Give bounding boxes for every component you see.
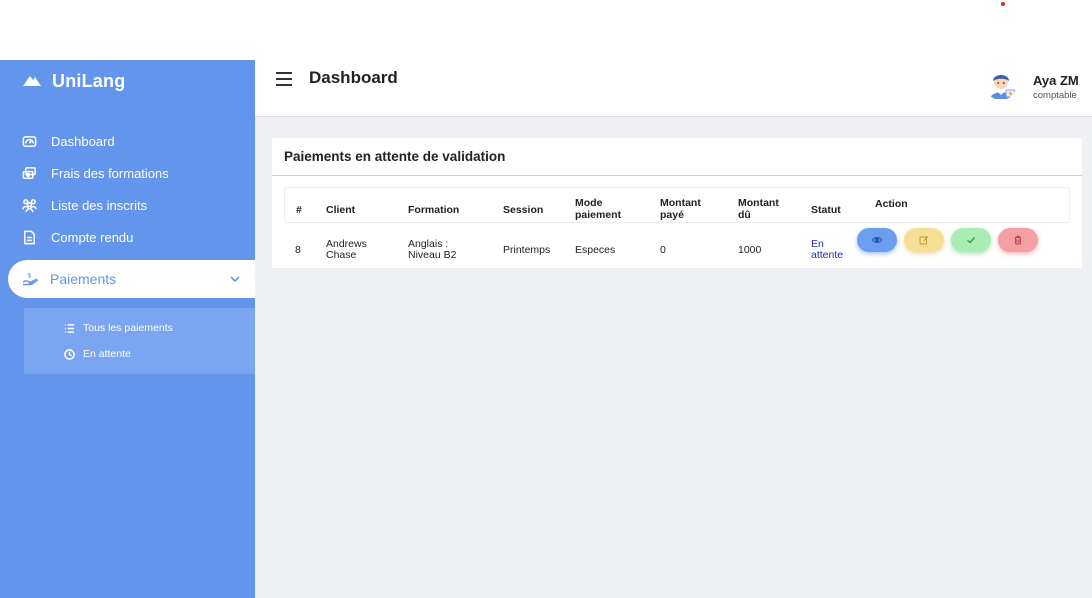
sidebar-item-frais[interactable]: Frais des formations bbox=[22, 162, 169, 184]
cell-formation: Anglais : Niveau B2 bbox=[408, 238, 457, 261]
view-button[interactable] bbox=[857, 228, 897, 252]
list-icon bbox=[64, 323, 75, 333]
users-icon bbox=[22, 198, 37, 212]
top-strip bbox=[0, 0, 1092, 60]
brand[interactable]: UniLang bbox=[22, 70, 125, 92]
column-header-montant-du: Montant dû bbox=[738, 197, 779, 221]
sidebar-item-label: Dashboard bbox=[51, 133, 115, 149]
payment-icon: $ bbox=[22, 273, 38, 286]
pending-payments-card: Paiements en attente de validation # Cli… bbox=[272, 138, 1082, 268]
column-header-statut: Statut bbox=[811, 204, 841, 216]
sidebar-item-label: Liste des inscrits bbox=[51, 197, 148, 213]
column-header-montant-paye: Montant payé bbox=[660, 197, 701, 221]
submenu-item-tous-paiements[interactable]: Tous les paiements bbox=[64, 321, 173, 335]
submenu-item-label: En attente bbox=[83, 348, 131, 360]
delete-button[interactable] bbox=[998, 228, 1038, 252]
avatar[interactable] bbox=[985, 68, 1017, 100]
submenu-paiements: Tous les paiements En attente bbox=[24, 308, 255, 374]
check-icon bbox=[967, 237, 975, 244]
sidebar-item-dashboard[interactable]: Dashboard bbox=[22, 130, 115, 152]
unilang-logo-icon bbox=[23, 76, 41, 86]
sidebar-item-paiements[interactable]: $ Paiements bbox=[8, 260, 255, 298]
cell-montant-paye: 0 bbox=[660, 244, 666, 256]
column-header-id: # bbox=[296, 204, 302, 216]
clock-icon bbox=[64, 348, 75, 360]
edit-button[interactable] bbox=[904, 228, 944, 252]
eye-icon bbox=[872, 237, 882, 243]
validate-button[interactable] bbox=[951, 228, 991, 252]
chevron-down-icon[interactable] bbox=[229, 273, 241, 285]
edit-icon bbox=[919, 236, 929, 245]
column-header-session: Session bbox=[503, 204, 544, 216]
column-header-client: Client bbox=[326, 204, 356, 216]
status-badge: En attente bbox=[811, 238, 844, 261]
column-header-action: Action bbox=[875, 198, 908, 210]
sidebar: UniLang Dashboard Frais des formations L… bbox=[0, 60, 255, 598]
cell-mode: Especes bbox=[575, 244, 616, 256]
trash-icon bbox=[1015, 235, 1021, 245]
brand-name: UniLang bbox=[52, 70, 126, 91]
payments-table: # Client Formation Session Mode paiement… bbox=[284, 187, 1070, 265]
sidebar-item-label: Compte rendu bbox=[51, 229, 134, 245]
user-role: comptable bbox=[1033, 90, 1077, 101]
red-dot bbox=[1001, 2, 1005, 6]
cell-client: Andrews Chase bbox=[326, 238, 367, 261]
cell-montant-du: 1000 bbox=[738, 244, 762, 256]
column-header-mode-paiement: Mode paiement bbox=[575, 197, 622, 221]
menu-toggle-icon[interactable] bbox=[276, 72, 292, 86]
sidebar-item-label: Paiements bbox=[50, 271, 117, 287]
report-icon bbox=[24, 230, 35, 244]
card-title: Paiements en attente de validation bbox=[284, 149, 506, 164]
user-name: Aya ZM bbox=[1033, 73, 1079, 88]
submenu-item-en-attente[interactable]: En attente bbox=[64, 347, 131, 361]
column-header-formation: Formation bbox=[408, 204, 460, 216]
main-content: Dashboard Aya ZM comptable Paiements en … bbox=[255, 60, 1092, 598]
page-title: Dashboard bbox=[309, 68, 398, 87]
cell-id: 8 bbox=[295, 244, 301, 256]
svg-text:$: $ bbox=[28, 273, 32, 280]
sidebar-item-label: Frais des formations bbox=[51, 165, 169, 181]
money-icon bbox=[22, 166, 36, 179]
sidebar-item-compte-rendu[interactable]: Compte rendu bbox=[22, 226, 133, 248]
submenu-item-label: Tous les paiements bbox=[83, 322, 173, 334]
dashboard-icon bbox=[22, 135, 37, 147]
sidebar-item-inscrits[interactable]: Liste des inscrits bbox=[22, 194, 147, 216]
header: Dashboard Aya ZM comptable bbox=[255, 60, 1092, 117]
card-divider bbox=[272, 175, 1082, 176]
cell-session: Printemps bbox=[503, 244, 551, 256]
